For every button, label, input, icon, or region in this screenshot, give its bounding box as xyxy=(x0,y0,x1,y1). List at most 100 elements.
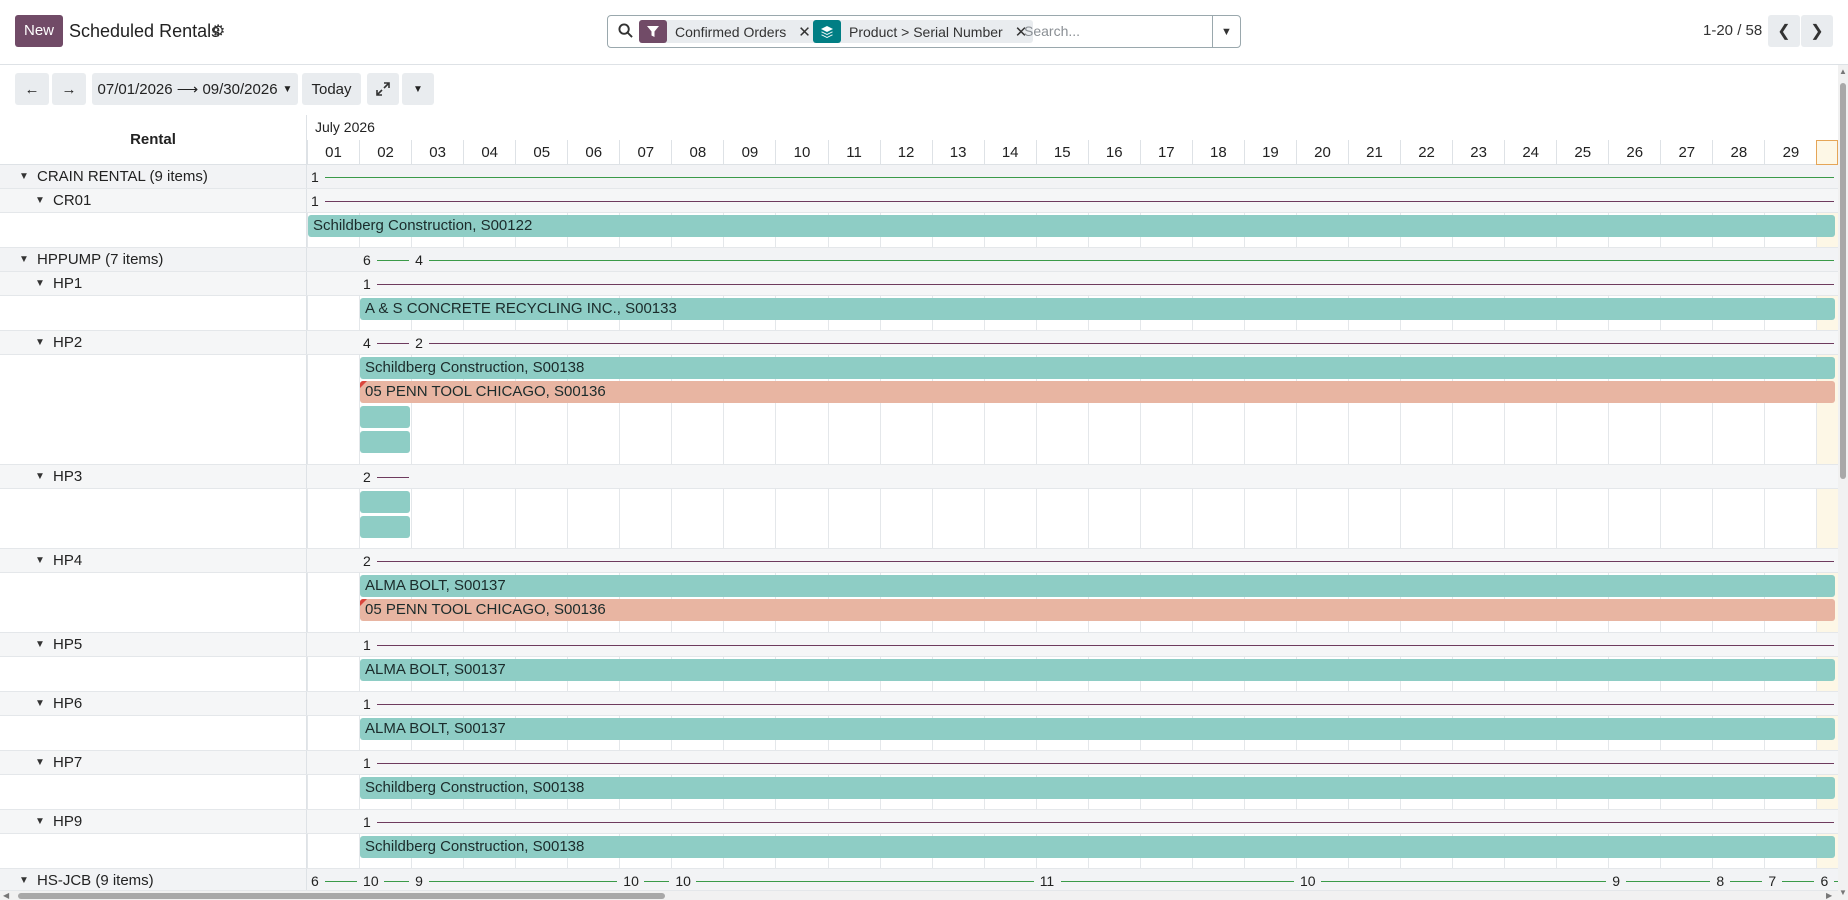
rental-pill[interactable]: A & S CONCRETE RECYCLING INC., S00133 xyxy=(360,298,1835,320)
rental-pill[interactable]: Schildberg Construction, S00138 xyxy=(360,357,1835,379)
rental-pill[interactable]: Schildberg Construction, S00138 xyxy=(360,777,1835,799)
row-label: HPPUMP (7 items) xyxy=(37,251,164,268)
search-input[interactable]: Search... xyxy=(1024,23,1080,39)
new-button[interactable]: New xyxy=(15,15,64,47)
caret-down-icon[interactable]: ▼ xyxy=(35,692,45,715)
row-label-cell xyxy=(0,331,307,354)
day-label: 07 xyxy=(619,140,671,165)
availability-line xyxy=(384,881,410,882)
month-label: July 2026 xyxy=(315,119,375,135)
availability-count: 1 xyxy=(363,755,371,771)
availability-line xyxy=(377,260,410,261)
date-range-button[interactable]: 07/01/2026 ⟶ 09/30/2026 ▼ xyxy=(92,73,298,105)
resource-row[interactable]: ▼ HP3 xyxy=(0,465,1838,489)
scroll-down-icon[interactable]: ▼ xyxy=(1839,888,1847,897)
prev-period-button[interactable]: ← xyxy=(15,73,49,105)
caret-down-icon[interactable]: ▼ xyxy=(19,165,29,188)
rental-pill[interactable]: 05 PENN TOOL CHICAGO, S00136 xyxy=(360,599,1835,621)
caret-down-icon[interactable]: ▼ xyxy=(35,633,45,656)
caret-down-icon[interactable]: ▼ xyxy=(35,331,45,354)
row-label-cell xyxy=(0,465,307,488)
rental-pill[interactable]: ALMA BOLT, S00137 xyxy=(360,575,1835,597)
row-header: Rental xyxy=(0,115,307,165)
layers-icon xyxy=(813,20,841,43)
row-label: HP7 xyxy=(53,754,83,771)
row-label-cell xyxy=(0,489,307,548)
rental-pill[interactable]: Schildberg Construction, S00122 xyxy=(308,215,1835,237)
caret-down-icon[interactable]: ▼ xyxy=(19,869,29,891)
facet-label: Product > Serial Number xyxy=(849,23,1003,40)
row-label-cell xyxy=(0,751,307,774)
scroll-up-icon[interactable]: ▲ xyxy=(1839,67,1847,76)
rental-pill[interactable] xyxy=(360,491,411,513)
rental-pill[interactable] xyxy=(360,406,411,428)
caret-down-icon[interactable]: ▼ xyxy=(35,272,45,295)
row-label: HP2 xyxy=(53,334,83,351)
availability-count: 2 xyxy=(363,553,371,569)
day-label: 24 xyxy=(1504,140,1556,165)
availability-line xyxy=(377,704,1834,705)
availability-line xyxy=(696,881,1034,882)
gear-icon[interactable]: ⚙ xyxy=(211,21,225,41)
rental-pill[interactable]: 05 PENN TOOL CHICAGO, S00136 xyxy=(360,381,1835,403)
row-label-cell xyxy=(0,716,307,750)
scroll-left-icon[interactable]: ◀ xyxy=(3,891,9,900)
caret-down-icon[interactable]: ▼ xyxy=(402,73,434,105)
availability-count: 10 xyxy=(675,873,691,889)
rental-pill[interactable]: Schildberg Construction, S00138 xyxy=(360,836,1835,858)
availability-count: 1 xyxy=(363,637,371,653)
caret-down-icon[interactable]: ▼ xyxy=(35,751,45,774)
caret-down-icon[interactable]: ▼ xyxy=(35,810,45,833)
availability-line xyxy=(1730,881,1763,882)
pager-value[interactable]: 1-20 / 58 xyxy=(1703,22,1762,39)
pager-prev-button[interactable]: ❮ xyxy=(1768,15,1800,47)
row-label: CR01 xyxy=(53,192,92,209)
availability-count: 10 xyxy=(363,873,379,889)
rental-pill[interactable]: ALMA BOLT, S00137 xyxy=(360,718,1835,740)
availability-line xyxy=(1782,881,1815,882)
search-bar[interactable]: Confirmed Orders ✕ Product > Serial Numb… xyxy=(607,15,1241,48)
availability-count: 6 xyxy=(311,873,319,889)
today-button[interactable]: Today xyxy=(302,73,361,105)
availability-count: 1 xyxy=(363,814,371,830)
row-label: HP3 xyxy=(53,468,83,485)
vertical-scrollbar[interactable]: ▲ ▼ xyxy=(1838,65,1848,900)
day-label: 26 xyxy=(1608,140,1660,165)
day-label: 09 xyxy=(723,140,775,165)
day-label: 02 xyxy=(359,140,411,165)
row-label: HS-JCB (9 items) xyxy=(37,872,154,889)
pager-next-button[interactable]: ❯ xyxy=(1801,15,1833,47)
group-row[interactable]: ▼ HS-JCB (9 items) xyxy=(0,869,1838,891)
availability-count: 1 xyxy=(363,276,371,292)
next-period-button[interactable]: → xyxy=(52,73,86,105)
day-label: 11 xyxy=(827,140,880,165)
availability-line xyxy=(1626,881,1711,882)
chevron-down-icon[interactable]: ▼ xyxy=(1212,16,1240,47)
scroll-thumb[interactable] xyxy=(18,893,665,899)
availability-count: 2 xyxy=(415,335,423,351)
availability-count: 1 xyxy=(363,696,371,712)
scroll-thumb[interactable] xyxy=(1840,83,1846,479)
rental-pill[interactable] xyxy=(360,516,411,538)
search-icon xyxy=(618,23,633,42)
row-label: HP9 xyxy=(53,813,83,830)
day-label: 05 xyxy=(515,140,567,165)
caret-down-icon[interactable]: ▼ xyxy=(35,549,45,572)
row-label: HP6 xyxy=(53,695,83,712)
caret-down-icon: ▼ xyxy=(282,83,293,95)
availability-line xyxy=(1060,881,1294,882)
rental-pill[interactable]: ALMA BOLT, S00137 xyxy=(360,659,1835,681)
day-label: 08 xyxy=(671,140,723,165)
availability-line xyxy=(429,881,618,882)
facet-confirmed-orders: Confirmed Orders ✕ xyxy=(639,20,817,43)
day-label: 17 xyxy=(1139,140,1192,165)
availability-line xyxy=(377,645,1834,646)
pill-row xyxy=(0,489,1838,549)
rental-pill[interactable] xyxy=(360,431,411,453)
horizontal-scrollbar[interactable]: ◀ ▶ xyxy=(0,891,1838,900)
caret-down-icon[interactable]: ▼ xyxy=(19,248,29,271)
caret-down-icon[interactable]: ▼ xyxy=(35,189,45,212)
scroll-right-icon[interactable]: ▶ xyxy=(1826,891,1832,900)
caret-down-icon[interactable]: ▼ xyxy=(35,465,45,488)
expand-icon[interactable] xyxy=(367,73,399,105)
